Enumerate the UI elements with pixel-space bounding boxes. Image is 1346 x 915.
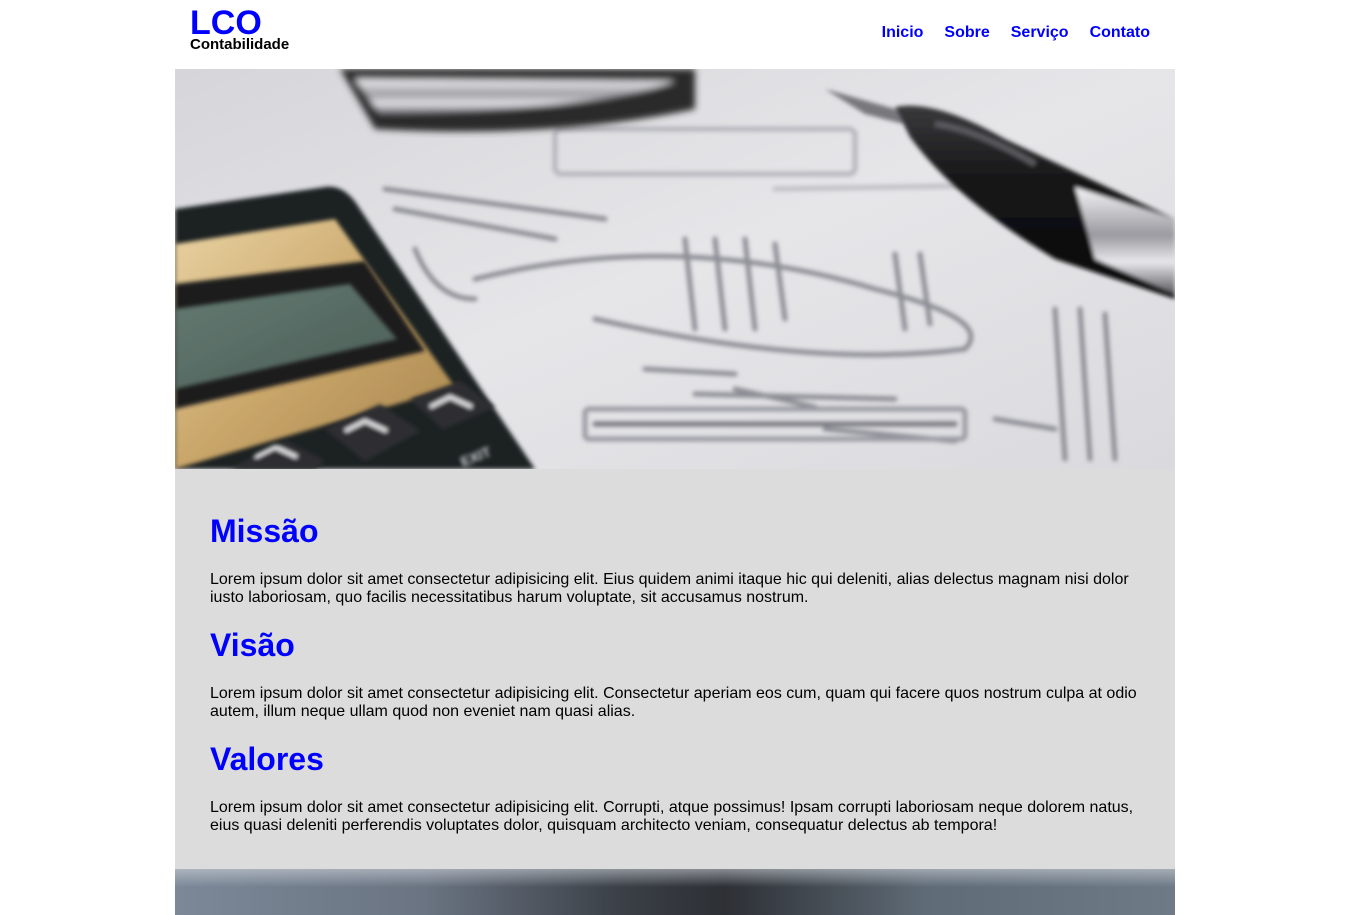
logo-subtitle: Contabilidade bbox=[190, 36, 290, 53]
section-missao: Missão Lorem ipsum dolor sit amet consec… bbox=[210, 469, 1140, 607]
main-nav: Inicio Sobre Serviço Contato bbox=[882, 24, 1150, 42]
section-title: Visão bbox=[210, 627, 295, 663]
nav-link-inicio[interactable]: Inicio bbox=[882, 24, 924, 42]
section-title: Missão bbox=[210, 513, 319, 549]
hero-image: EXIT bbox=[175, 69, 1175, 469]
section-title: Valores bbox=[210, 741, 324, 777]
section-valores: Valores Lorem ipsum dolor sit amet conse… bbox=[210, 741, 1140, 835]
nav-link-servico[interactable]: Serviço bbox=[1011, 24, 1069, 42]
section-text: Lorem ipsum dolor sit amet consectetur a… bbox=[210, 799, 1134, 834]
nav-link-sobre[interactable]: Sobre bbox=[944, 24, 989, 42]
next-section-image bbox=[175, 869, 1175, 915]
logo[interactable]: LCO Contabilidade bbox=[190, 4, 290, 53]
main-content: Missão Lorem ipsum dolor sit amet consec… bbox=[175, 469, 1175, 869]
logo-title: LCO bbox=[190, 4, 262, 42]
hero-illustration: EXIT bbox=[175, 69, 1175, 469]
section-text: Lorem ipsum dolor sit amet consectetur a… bbox=[210, 571, 1129, 606]
nav-link-contato[interactable]: Contato bbox=[1090, 24, 1150, 42]
page: LCO Contabilidade Inicio Sobre Serviço C… bbox=[175, 0, 1175, 915]
site-header: LCO Contabilidade Inicio Sobre Serviço C… bbox=[175, 0, 1175, 69]
section-text: Lorem ipsum dolor sit amet consectetur a… bbox=[210, 685, 1137, 720]
section-visao: Visão Lorem ipsum dolor sit amet consect… bbox=[210, 627, 1140, 721]
